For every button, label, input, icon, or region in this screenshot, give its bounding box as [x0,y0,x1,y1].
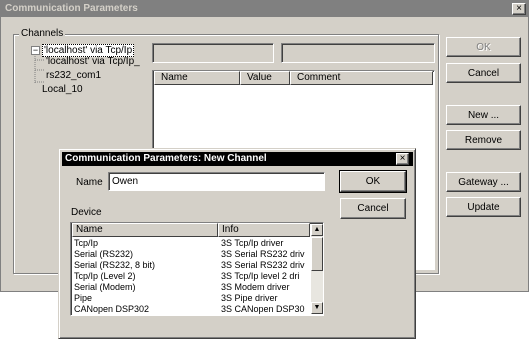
device-list[interactable]: Name Info Tcp/Ip 3S Tcp/Ip driver Serial… [70,222,324,316]
list-item[interactable]: CANopen DSP302 [74,304,149,314]
name-label: Name [76,177,103,188]
channel-info-field [281,43,435,63]
scroll-down-icon[interactable]: ▼ [311,302,323,314]
new-button[interactable]: New ... [446,105,521,125]
param-col-name[interactable]: Name [154,71,240,85]
main-title: Communication Parameters [5,3,138,14]
close-icon: × [516,3,522,14]
dialog-close-button[interactable]: × [396,153,409,165]
scroll-up-icon[interactable]: ▲ [311,224,323,236]
list-item[interactable]: Tcp/Ip [74,238,98,248]
dialog-title-bar: Communication Parameters: New Channel [62,152,413,166]
device-col-name[interactable]: Name [72,223,218,237]
channel-name-field [152,43,274,63]
list-item-info: 3S Tcp/Ip driver [221,238,284,248]
param-col-value[interactable]: Value [240,71,290,85]
list-item[interactable]: Serial (RS232, 8 bit) [74,260,155,270]
gateway-button[interactable]: Gateway ... [446,172,521,192]
tree-item-localhost-tcpip-2[interactable]: 'localhost' via Tcp/Ip_ [46,56,140,67]
cancel-button[interactable]: Cancel [446,63,521,83]
param-col-comment[interactable]: Comment [290,71,433,85]
device-list-scrollbar[interactable]: ▲ ▼ [311,224,323,314]
device-label: Device [71,207,102,218]
tree-expander-icon[interactable]: − [31,46,40,55]
list-item[interactable]: Tcp/Ip (Level 2) [74,271,136,281]
close-icon: × [399,153,406,164]
list-item-info: 3S Serial RS232 driv [221,249,305,259]
list-item-info: 3S Modem driver [221,282,290,292]
dialog-title: Communication Parameters: New Channel [65,153,267,164]
update-button[interactable]: Update [446,197,521,217]
list-item-info: 3S Tcp/Ip level 2 dri [221,271,300,281]
dialog-cancel-button[interactable]: Cancel [340,198,406,219]
list-item-info: 3S Pipe driver [221,293,278,303]
list-item[interactable]: Serial (Modem) [74,282,136,292]
main-title-bar: Communication Parameters [1,1,528,17]
list-item[interactable]: Pipe [74,293,92,303]
scroll-thumb[interactable] [311,237,323,271]
ok-button[interactable]: OK [446,37,521,57]
list-item[interactable]: Serial (RS232) [74,249,133,259]
list-item-info: 3S Serial RS232 driv [221,260,305,270]
main-close-button[interactable]: × [512,3,526,15]
dialog-ok-button[interactable]: OK [339,170,407,193]
name-input[interactable]: Owen [108,172,325,191]
list-item-info: 3S CANopen DSP30 [221,304,305,314]
tree-item-rs232-com1[interactable]: rs232_com1 [46,70,101,81]
tree-item-local-10[interactable]: Local_10 [42,84,83,95]
device-col-info[interactable]: Info [218,223,310,237]
channels-group-label: Channels [19,28,66,39]
remove-button[interactable]: Remove [446,130,521,150]
